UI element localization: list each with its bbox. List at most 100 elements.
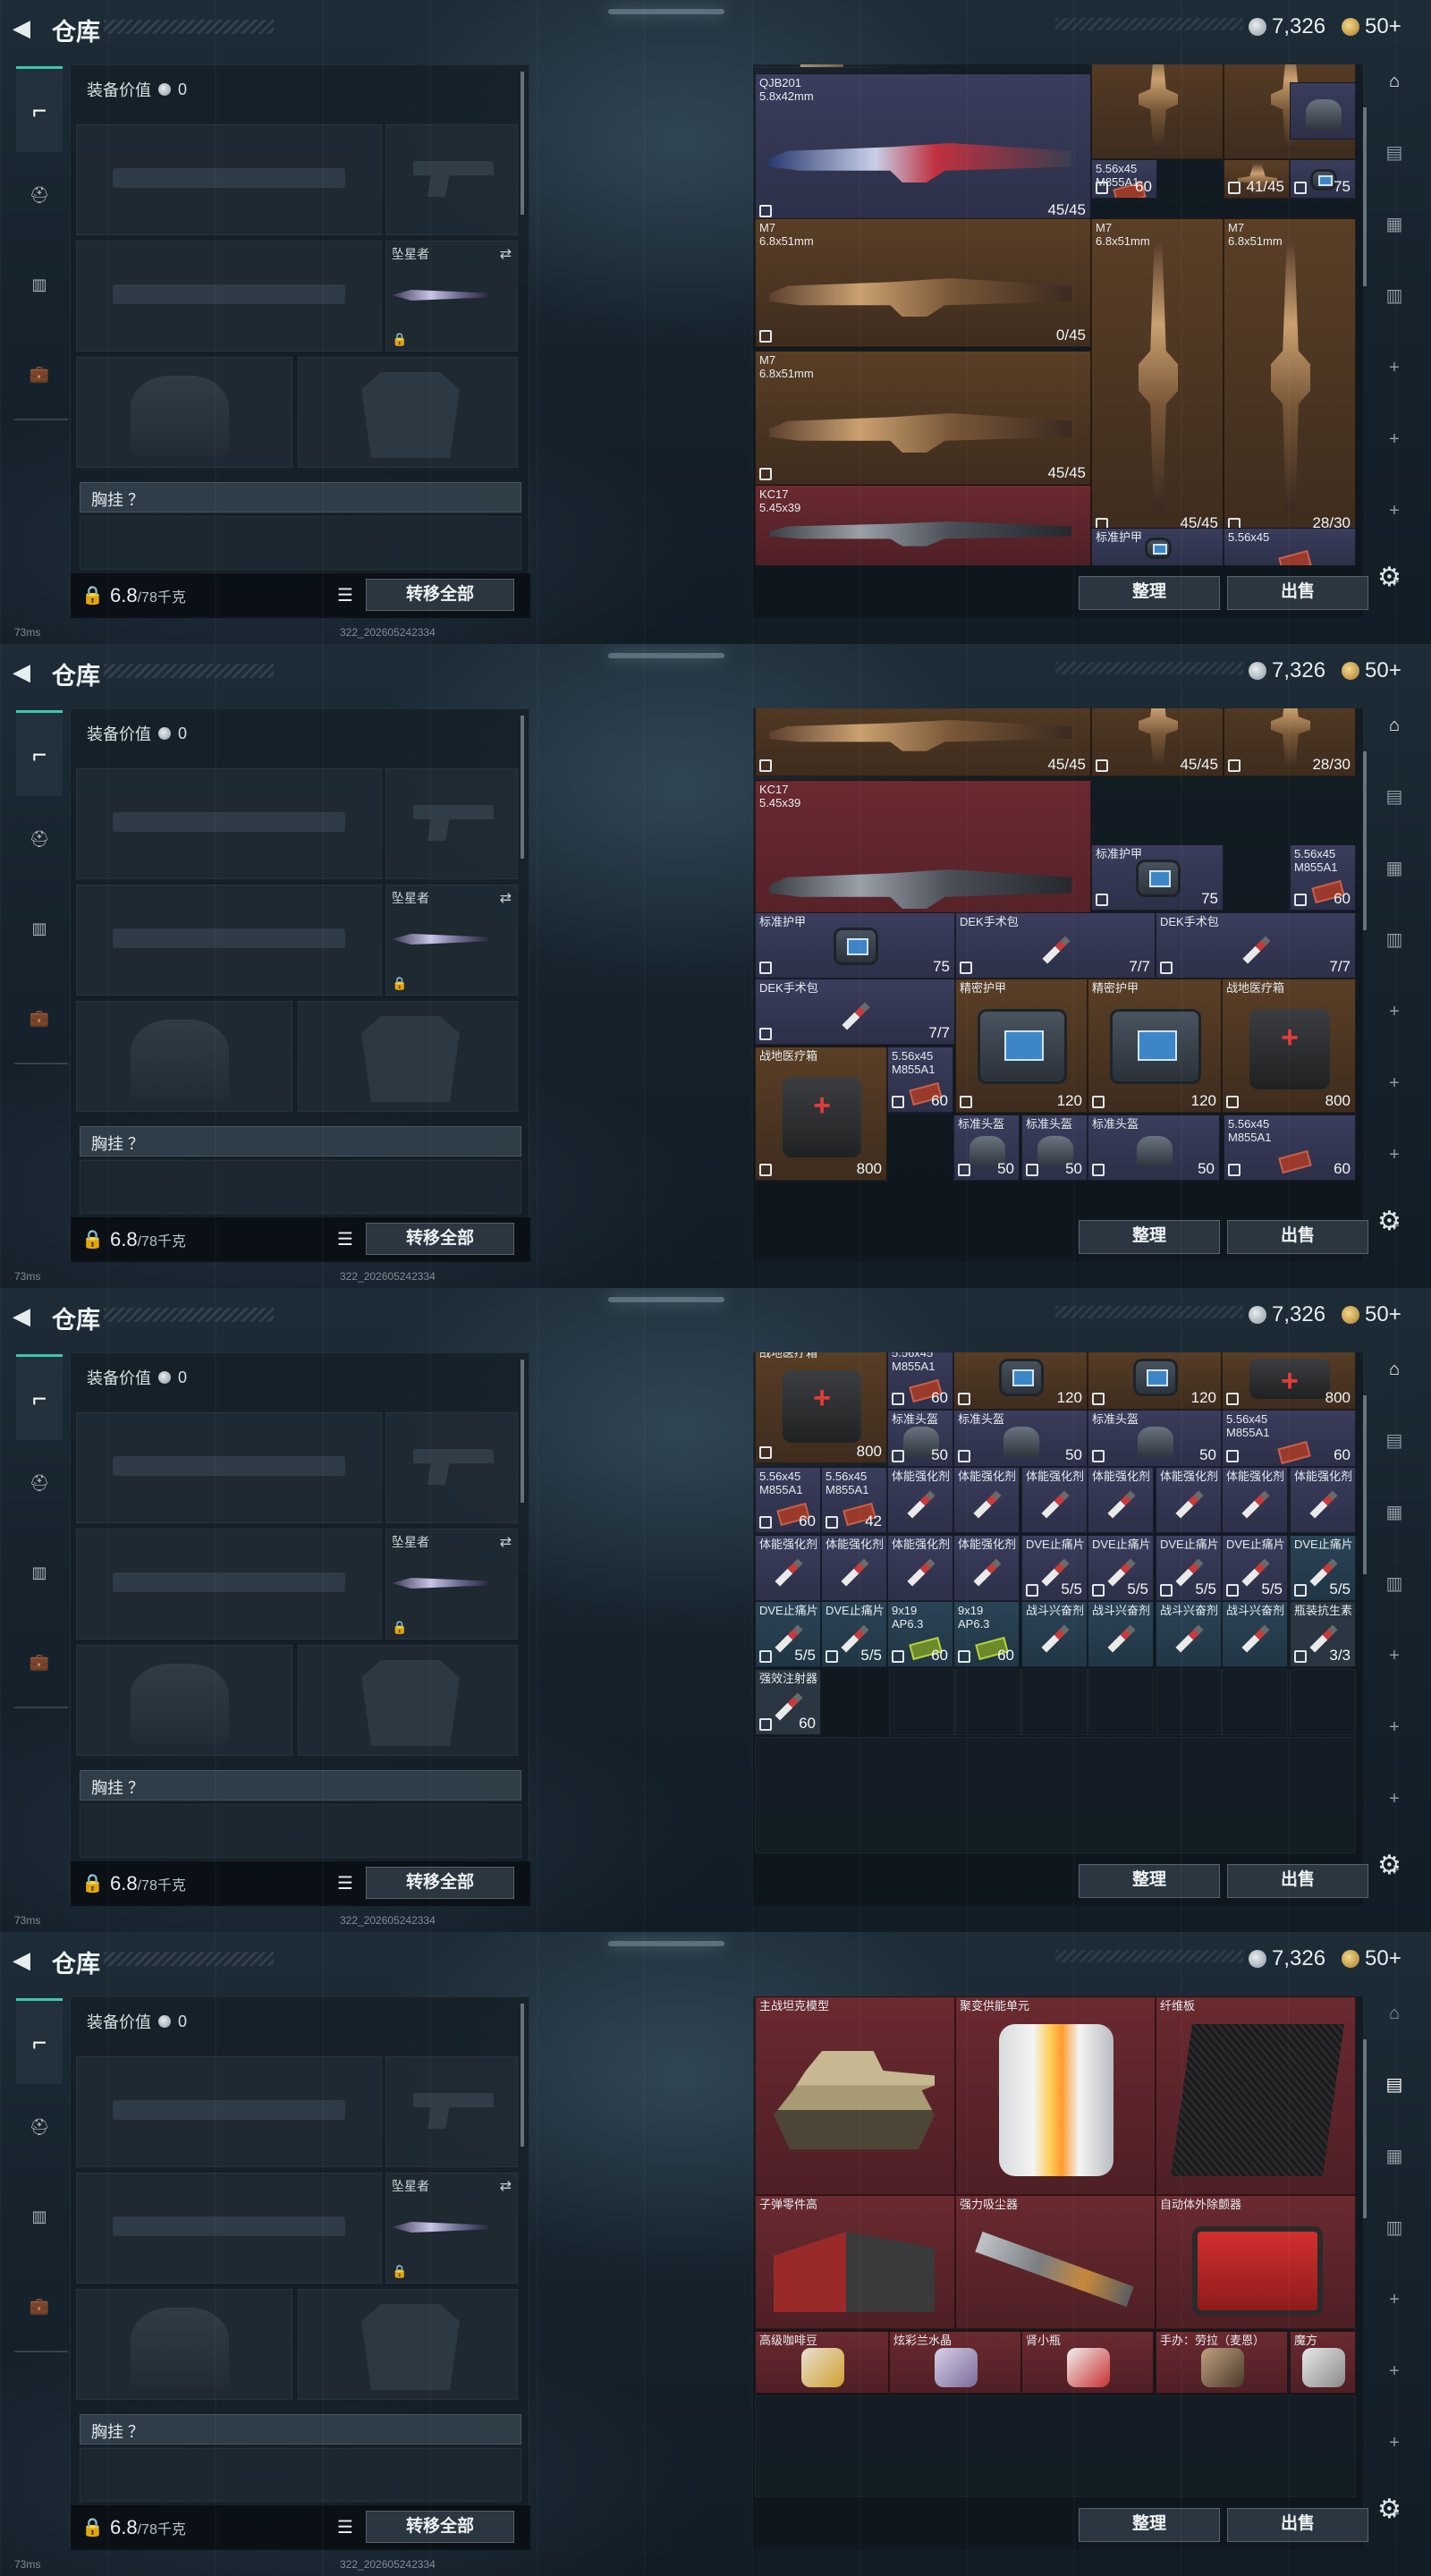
transfer-all-button[interactable]: 转移全部 (366, 1223, 514, 1255)
primary-weapon-slot[interactable] (76, 768, 382, 879)
add-tab-icon[interactable]: + (1377, 422, 1411, 456)
add-tab-icon[interactable]: + (1377, 1138, 1411, 1172)
melee-slot[interactable]: 坠星者 ⇄ 🔒 (385, 2173, 518, 2284)
bag-tab-icon[interactable]: 💼 (18, 1640, 61, 1683)
add-tab-icon[interactable]: + (1377, 2426, 1411, 2460)
stash-item[interactable]: 体能强化剂 (953, 1535, 1020, 1601)
stash-item[interactable]: 体能强化剂 (887, 1467, 953, 1533)
stash-item[interactable]: 瓶装抗生素 3/3 (1290, 1601, 1356, 1667)
primary-weapon-slot[interactable] (76, 2056, 382, 2167)
helmet-tab-icon[interactable]: ⛑ (18, 2106, 61, 2148)
collectibles-tab-icon[interactable]: ▥ (1377, 2211, 1411, 2245)
secondary-weapon-slot[interactable] (76, 241, 382, 352)
stash-item[interactable]: 41/45 (1224, 159, 1290, 199)
sell-button[interactable]: 出售 (1227, 1864, 1368, 1898)
stash-item[interactable]: DEK手术包 7/7 (955, 912, 1156, 979)
stash-item[interactable]: 9x19 AP6.3 60 (887, 1601, 953, 1667)
transfer-all-button[interactable]: 转移全部 (366, 579, 514, 611)
stash-item[interactable]: 45/45 (1091, 708, 1224, 776)
stash-item[interactable]: 手办：劳拉（麦恩） (1156, 2331, 1288, 2394)
vest-tab-icon[interactable]: ▥ (18, 263, 61, 306)
stash-item[interactable]: 体能强化剂 (755, 1535, 821, 1601)
bag-tab-icon[interactable]: 💼 (18, 352, 61, 395)
stash-item[interactable]: 45/45 (755, 708, 1091, 776)
settings-gear-icon[interactable]: ⚙ (1377, 1850, 1401, 1881)
secondary-weapon-slot[interactable] (76, 2173, 382, 2284)
add-tab-icon[interactable]: + (1377, 637, 1411, 644)
stash-item[interactable]: DVE止痛片 5/5 (1290, 1535, 1356, 1601)
helmet-slot[interactable] (76, 1001, 292, 1112)
empty-cell[interactable] (1021, 1669, 1088, 1735)
pistol-slot[interactable] (385, 124, 518, 235)
sell-button[interactable]: 出售 (1227, 2508, 1368, 2542)
stash-item[interactable]: 5.56x45 M855A1 42 (821, 1467, 887, 1533)
stash-item[interactable]: 5.56x45 M855A1 60 (1224, 1114, 1356, 1181)
melee-slot[interactable]: 坠星者 ⇄ 🔒 (385, 885, 518, 996)
list-icon[interactable]: ☰ (337, 1228, 353, 1250)
lock-icon[interactable]: 🔒 (81, 1228, 104, 1250)
stash-item[interactable]: M7 6.8x51mm 28/30 (1224, 218, 1356, 535)
left-scrollbar[interactable] (521, 2004, 524, 2147)
stash-item[interactable]: 纤维板 (1156, 1996, 1356, 2195)
stash-item[interactable]: M7 6.8x51mm 45/45 (1091, 218, 1224, 535)
back-arrow-icon[interactable]: ◀ (13, 14, 38, 41)
helmet-slot[interactable] (76, 1645, 292, 1756)
sell-button[interactable]: 出售 (1227, 1220, 1368, 1254)
warehouse-tab-icon[interactable]: ⌂ (1377, 64, 1411, 98)
consumables-tab-icon[interactable]: ▦ (1377, 1496, 1411, 1530)
stash-item[interactable]: 强力吸尘器 (955, 2195, 1156, 2329)
chest-rig-slot[interactable]: 胸挂 ？ (80, 1770, 521, 1801)
armor-slot[interactable] (298, 2289, 518, 2400)
sort-button[interactable]: 整理 (1079, 1864, 1220, 1898)
tab-weapons[interactable]: ⌐ (16, 710, 63, 796)
empty-cell[interactable] (1156, 1669, 1222, 1735)
stash-item[interactable]: 5.56x45 M855A1 60 (887, 1046, 953, 1113)
stash-item[interactable]: 5.56x45 M855A1 60 (755, 1467, 821, 1533)
stash-item[interactable]: 高级咖啡豆 (755, 2331, 889, 2394)
stash-scrollbar[interactable] (1363, 1395, 1367, 1574)
left-scrollbar[interactable] (521, 72, 524, 215)
pistol-slot[interactable] (385, 1412, 518, 1523)
lock-icon[interactable]: 🔒 (81, 584, 104, 606)
lock-icon[interactable]: 🔒 (81, 2516, 104, 2538)
weapons-tab-icon[interactable]: ▤ (1377, 2068, 1411, 2102)
add-tab-icon[interactable]: + (1377, 995, 1411, 1029)
stash-item[interactable]: 炫彩兰水晶 (889, 2331, 1021, 2394)
consumables-tab-icon[interactable]: ▦ (1377, 208, 1411, 242)
stash-item[interactable]: 标准头盔 50 (1088, 1410, 1222, 1467)
transfer-all-button[interactable]: 转移全部 (366, 2511, 514, 2543)
stash-item[interactable]: QJB201 5.8x42mm 45/45 (755, 73, 1091, 222)
add-tab-icon[interactable]: + (1377, 2283, 1411, 2317)
stash-item[interactable]: M7 6.8x51mm 45/45 (755, 351, 1091, 485)
stash-item[interactable]: 800 (1222, 1352, 1356, 1410)
left-scrollbar[interactable] (521, 1360, 524, 1503)
secondary-weapon-slot[interactable] (76, 885, 382, 996)
tab-weapons[interactable]: ⌐ (16, 1998, 63, 2084)
stash-scrollbar[interactable] (1363, 2039, 1367, 2218)
stash-item[interactable]: 标准护甲 75 (755, 912, 955, 979)
armor-slot[interactable] (298, 1645, 518, 1756)
stash-item[interactable]: DEK手术包 7/7 (755, 979, 955, 1045)
stash-item[interactable]: 战斗兴奋剂 (1222, 1601, 1288, 1667)
add-tab-icon[interactable]: + (1377, 1639, 1411, 1673)
sort-button[interactable]: 整理 (1079, 1220, 1220, 1254)
stash-item[interactable]: DEK手术包 7/7 (1156, 912, 1356, 979)
chest-rig-slot[interactable]: 胸挂 ？ (80, 2414, 521, 2445)
left-scrollbar[interactable] (521, 716, 524, 859)
stash-item[interactable]: 标准头盔 50 (953, 1410, 1088, 1467)
swap-icon[interactable]: ⇄ (500, 245, 512, 263)
stash-item[interactable]: 标准护甲 (1091, 528, 1224, 565)
chest-rig-slot[interactable]: 胸挂 ？ (80, 482, 521, 513)
swap-icon[interactable]: ⇄ (500, 2177, 512, 2195)
back-arrow-icon[interactable]: ◀ (13, 658, 38, 685)
stash-item[interactable]: 体能强化剂 (887, 1535, 953, 1601)
warehouse-tab-icon[interactable]: ⌂ (1377, 708, 1411, 742)
stash-item[interactable]: 标准头盔 50 (1088, 1114, 1220, 1181)
add-tab-icon[interactable]: + (1377, 1925, 1411, 1932)
add-tab-icon[interactable]: + (1377, 1710, 1411, 1744)
stash-item[interactable]: DVE止痛片 5/5 (1222, 1535, 1288, 1601)
stash-scrollbar[interactable] (1363, 107, 1367, 286)
armor-slot[interactable] (298, 357, 518, 468)
stash-item[interactable]: 体能强化剂 (1021, 1467, 1088, 1533)
gold-currency[interactable]: 50+ (1342, 1946, 1401, 1971)
